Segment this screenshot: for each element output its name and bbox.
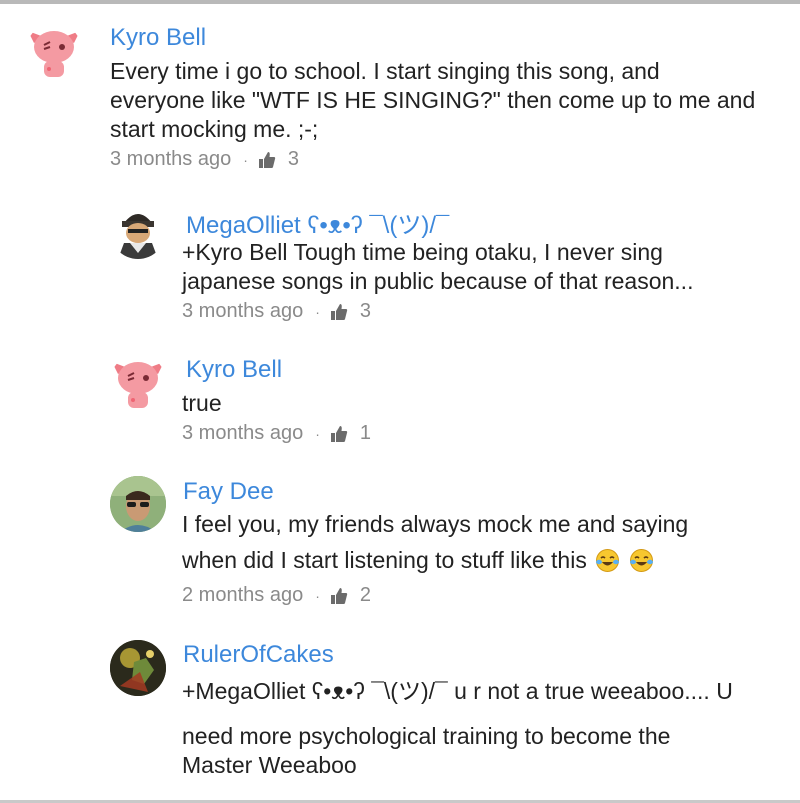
comment-author[interactable]: MegaOlliet ʕ•ᴥ•ʔ ¯\(ツ)/¯ <box>186 205 449 240</box>
thumbs-up-icon[interactable] <box>330 425 348 443</box>
separator-dot: · <box>315 587 320 604</box>
avatar[interactable] <box>110 203 166 259</box>
comment-author[interactable]: Kyro Bell <box>186 356 282 384</box>
comment-text-line: when did I start listening to stuff like… <box>182 547 587 573</box>
comment-author[interactable]: RulerOfCakes <box>183 641 334 669</box>
comment-text-line: japanese songs in public because of that… <box>182 268 694 294</box>
sunglasses-photo-avatar-icon <box>110 476 166 532</box>
comment-text-line: Master Weeaboo <box>182 752 357 778</box>
beanie-character-avatar-icon <box>118 214 158 259</box>
dark-game-art-avatar-icon <box>110 640 166 696</box>
avatar[interactable] <box>110 640 166 696</box>
like-count: 3 <box>287 148 299 170</box>
comment-text-line: start mocking me. ;-; <box>110 116 319 142</box>
comment-meta: 2 months ago · 2 <box>182 584 371 607</box>
comment-timestamp: 3 months ago <box>182 422 304 444</box>
comment-meta: 3 months ago · 3 <box>110 148 299 171</box>
like-count: 3 <box>359 300 371 322</box>
top-divider <box>0 0 800 4</box>
separator-dot: · <box>315 425 320 442</box>
comment-timestamp: 3 months ago <box>110 148 232 170</box>
like-count: 2 <box>359 584 371 606</box>
comment-timestamp: 3 months ago <box>182 300 304 322</box>
comment-author[interactable]: Kyro Bell <box>110 24 206 52</box>
tears-of-joy-emoji-icon <box>629 548 654 573</box>
thumbs-up-icon[interactable] <box>330 303 348 321</box>
pink-cartoon-avatar-icon <box>112 362 164 408</box>
pink-cartoon-avatar-icon <box>28 31 80 77</box>
thumbs-up-icon[interactable] <box>330 587 348 605</box>
avatar[interactable] <box>26 23 82 79</box>
comment-text-line: Every time i go to school. I start singi… <box>110 58 660 84</box>
comment-text-line: need more psychological training to beco… <box>182 723 671 749</box>
comment-text-line: I feel you, my friends always mock me an… <box>182 511 689 537</box>
separator-dot: · <box>315 303 320 320</box>
comment-text-line: everyone like "WTF IS HE SINGING?" then … <box>110 87 756 113</box>
tears-of-joy-emoji-icon <box>595 548 620 573</box>
thumbs-up-icon[interactable] <box>258 151 276 169</box>
like-count: 1 <box>359 422 371 444</box>
comment-text-line-with-emoji: when did I start listening to stuff like… <box>182 546 654 575</box>
avatar[interactable] <box>110 354 166 410</box>
avatar[interactable] <box>110 476 166 532</box>
comment-meta: 3 months ago · 1 <box>182 422 371 445</box>
comment-timestamp: 2 months ago <box>182 584 304 606</box>
comment-meta: 3 months ago · 3 <box>182 300 371 323</box>
separator-dot: · <box>243 151 248 168</box>
comment-text-line: +Kyro Bell Tough time being otaku, I nev… <box>182 239 663 265</box>
comment-text-line: true <box>182 390 222 416</box>
comment-text-line: +MegaOlliet ʕ•ᴥ•ʔ ¯\(ツ)/¯ u r not a true… <box>182 678 733 704</box>
comment-author[interactable]: Fay Dee <box>183 478 274 506</box>
